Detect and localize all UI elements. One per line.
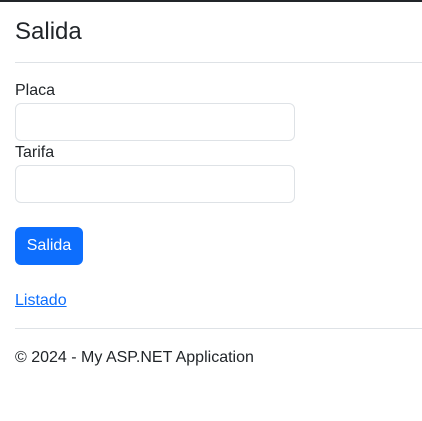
title-divider xyxy=(15,62,422,63)
page-title: Salida xyxy=(15,18,82,45)
top-border xyxy=(0,0,422,2)
placa-label: Placa xyxy=(15,82,56,99)
listado-link[interactable]: Listado xyxy=(15,291,67,311)
placa-input[interactable] xyxy=(15,103,295,141)
salida-button[interactable]: Salida xyxy=(15,227,83,265)
tarifa-input[interactable] xyxy=(15,165,295,203)
footer-text: © 2024 - My ASP.NET Application xyxy=(15,349,254,366)
footer-divider xyxy=(15,328,422,329)
tarifa-label: Tarifa xyxy=(15,144,55,161)
